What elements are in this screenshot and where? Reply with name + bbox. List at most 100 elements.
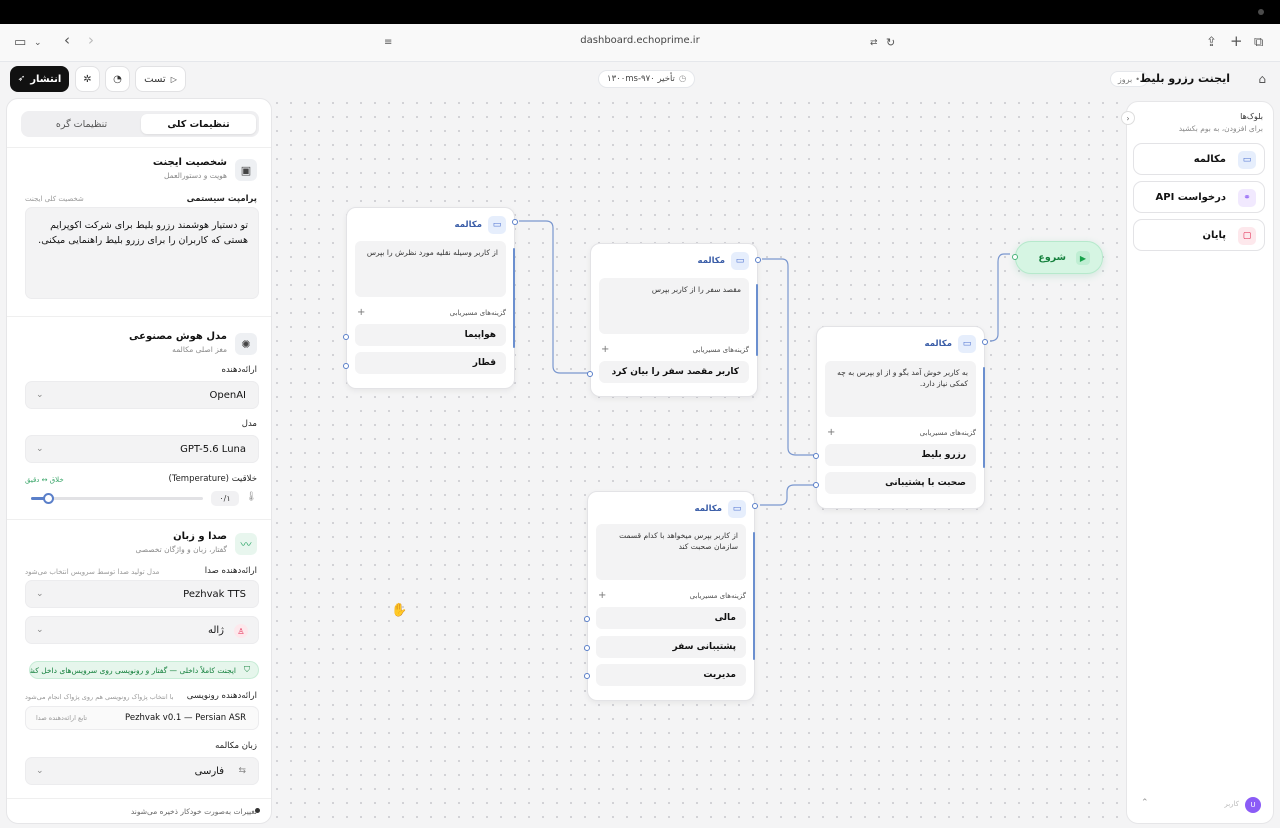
test-button[interactable]: تست ▷: [135, 66, 186, 92]
sidebar-toggle-icon[interactable]: ▭: [14, 34, 26, 52]
route-item[interactable]: صحبت با پشتیبانی: [825, 472, 976, 494]
node-prompt[interactable]: از کاربر وسیله نقلیه مورد نظرش را بپرس: [355, 241, 506, 297]
settings-tabs: تنظیمات کلی تنظیمات گره: [21, 111, 259, 137]
delay-badge: ۱۳۰۰ms-۹۷۰ تأخیر ◷: [598, 70, 696, 88]
settings-panel: تنظیمات کلی تنظیمات گره ▣ شخصیت ایجنت هو…: [6, 98, 272, 824]
add-route-icon[interactable]: +: [357, 307, 365, 318]
user-icon: ♙: [234, 624, 248, 638]
conversation-node-destination[interactable]: ▭ مکالمه مقصد سفر را از کاربر بپرس گزینه‌…: [587, 243, 761, 397]
route-port[interactable]: [813, 482, 819, 488]
route-item[interactable]: مدیریت: [596, 664, 746, 686]
address-bar[interactable]: dashboard.echoprime.ir: [560, 35, 720, 46]
route-item[interactable]: کاربر مقصد سفر را بیان کرد: [599, 361, 749, 383]
conversation-node-welcome[interactable]: ▭ مکالمه به کاربر خوش آمد بگو و از او بپر…: [813, 326, 988, 509]
block-label: پایان: [1202, 229, 1226, 241]
add-route-icon[interactable]: +: [827, 427, 835, 438]
route-port[interactable]: [587, 371, 593, 377]
language-select[interactable]: ⇆ فارسی ⌄: [25, 757, 259, 785]
add-route-icon[interactable]: +: [598, 590, 606, 601]
waveform-icon: 〰: [235, 533, 257, 555]
tts-label: ارائه‌دهنده صدا: [204, 566, 257, 576]
block-api-request[interactable]: ⚭ درخواست API: [1133, 181, 1265, 213]
test-label: تست: [144, 73, 166, 85]
chevron-down-icon: ⌄: [36, 766, 44, 776]
share-icon[interactable]: ⇪: [1206, 34, 1217, 52]
sparkle-icon: ✲: [83, 73, 92, 85]
app-toolbar: ➶ انتشار ✲ ◔ تست ▷ ۱۳۰۰ms-۹۷۰ تأخیر ◷ بر…: [0, 62, 1280, 96]
chat-icon: ▭: [731, 252, 749, 270]
node-prompt[interactable]: از کاربر بپرس میخواهد با کدام قسمت سازما…: [596, 524, 746, 580]
avatar[interactable]: U: [1245, 797, 1261, 813]
route-port[interactable]: [584, 673, 590, 679]
voice-section-header: 〰 صدا و زبان گفتار، زبان و واژگان تخصصی: [19, 531, 257, 559]
tab-general-settings[interactable]: تنظیمات کلی: [141, 114, 256, 134]
ai-model-section-header: ✺ مدل هوش مصنوعی مغز اصلی مکالمه: [19, 331, 257, 359]
flow-canvas[interactable]: [270, 96, 1120, 828]
temperature-slider-track[interactable]: [31, 493, 203, 504]
user-name: کاربر: [1224, 800, 1239, 808]
model-select[interactable]: GPT-5.6 Luna ⌄: [25, 435, 259, 463]
conversation-node-vehicle[interactable]: ▭ مکالمه از کاربر وسیله نقلیه مورد نظرش ر…: [343, 207, 518, 389]
route-port[interactable]: [813, 453, 819, 459]
chevron-down-icon[interactable]: ⌄: [34, 34, 42, 52]
chevron-down-icon: ⌄: [36, 589, 44, 599]
reader-icon[interactable]: ≡: [384, 34, 392, 52]
history-button[interactable]: ◔: [105, 66, 130, 92]
node-prompt[interactable]: به کاربر خوش آمد بگو و از او بپرس به چه …: [825, 361, 976, 417]
temperature-value[interactable]: ۰/۱: [211, 491, 239, 506]
chevron-down-icon: ⌄: [36, 625, 44, 635]
chevron-up-icon[interactable]: ⌃: [1141, 798, 1149, 808]
language-value: فارسی: [194, 765, 224, 777]
system-top-bar: [0, 0, 1280, 24]
node-prompt[interactable]: مقصد سفر را از کاربر بپرس: [599, 278, 749, 334]
conversation-node-department[interactable]: ▭ مکالمه از کاربر بپرس میخواهد با کدام قس…: [584, 491, 758, 701]
magic-button[interactable]: ✲: [75, 66, 100, 92]
route-port[interactable]: [584, 645, 590, 651]
brain-icon: ✺: [235, 333, 257, 355]
asr-label: ارائه‌دهنده رونویسی: [186, 691, 257, 701]
temperature-label: خلاقیت (Temperature): [168, 474, 258, 484]
route-item[interactable]: هواپیما: [355, 324, 506, 346]
route-port[interactable]: [343, 363, 349, 369]
translate-icon[interactable]: ⇄: [870, 34, 878, 52]
provider-select[interactable]: OpenAI ⌄: [25, 381, 259, 409]
route-item[interactable]: قطار: [355, 352, 506, 374]
new-tab-icon[interactable]: +: [1230, 32, 1243, 50]
start-node[interactable]: ▶ شروع: [1012, 241, 1103, 274]
forward-icon[interactable]: ›: [88, 31, 94, 49]
provider-label: ارائه‌دهنده: [221, 365, 258, 375]
webhook-icon: ⚭: [1238, 189, 1256, 207]
tabs-overview-icon[interactable]: ⧉: [1254, 34, 1263, 52]
input-port[interactable]: [512, 219, 518, 225]
chat-icon: ▭: [488, 216, 506, 234]
autosave-note: تغییرات به‌صورت خودکار ذخیره می‌شوند: [130, 807, 257, 816]
temperature-slider-thumb[interactable]: [43, 493, 55, 504]
publish-button[interactable]: ➶ انتشار: [10, 66, 69, 92]
system-prompt-textarea[interactable]: تو دستیار هوشمند رزرو بلیط برای شرکت اکو…: [25, 207, 259, 299]
prompt-hint: شخصیت کلی ایجنت: [25, 195, 84, 203]
persona-section-header: ▣ شخصیت ایجنت هویت و دستورالعمل: [19, 157, 257, 185]
route-item[interactable]: مالی: [596, 607, 746, 629]
asr-hint: با انتخاب پژواک رونویسی هم روی پژواک انج…: [25, 693, 174, 701]
route-port[interactable]: [343, 334, 349, 340]
block-conversation[interactable]: ▭ مکالمه: [1133, 143, 1265, 175]
back-icon[interactable]: ‹: [64, 31, 70, 49]
home-icon[interactable]: ⌂: [1258, 72, 1266, 86]
input-port[interactable]: [752, 503, 758, 509]
reload-icon[interactable]: ↻: [886, 34, 895, 52]
route-item[interactable]: رزرو بلیط: [825, 444, 976, 466]
tts-select[interactable]: Pezhvak TTS ⌄: [25, 580, 259, 608]
add-route-icon[interactable]: +: [601, 344, 609, 355]
input-port[interactable]: [755, 257, 761, 263]
route-port[interactable]: [584, 616, 590, 622]
rocket-icon: ➶: [17, 74, 26, 84]
node-title: مکالمه: [697, 256, 725, 266]
voice-select[interactable]: ♙ ژاله ⌄: [25, 616, 259, 644]
collapse-panel-button[interactable]: ‹: [1121, 111, 1135, 125]
block-end[interactable]: ▢ پایان: [1133, 219, 1265, 251]
tab-node-settings[interactable]: تنظیمات گره: [24, 114, 139, 134]
local-agent-badge: ⛉ ایجنت کاملاً داخلی — گفتار و رونویسی ر…: [29, 661, 259, 679]
start-output-port[interactable]: [1012, 254, 1018, 260]
route-item[interactable]: پشتیبانی سفر: [596, 636, 746, 658]
input-port[interactable]: [982, 339, 988, 345]
